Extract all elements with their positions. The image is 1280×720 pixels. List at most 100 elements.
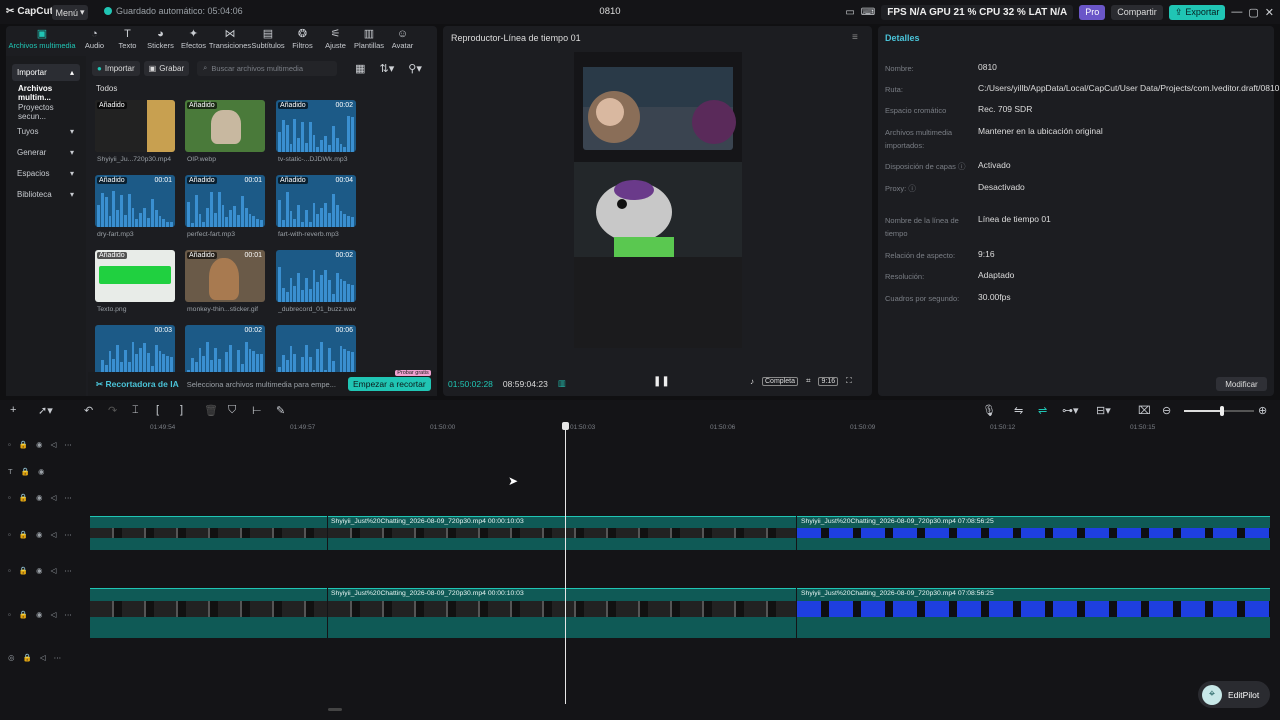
more-icon[interactable]: ⋯ [64, 440, 72, 449]
sidebar-item-yours[interactable]: Tuyos ▾ [12, 123, 80, 140]
more-icon[interactable]: ⋯ [64, 530, 72, 539]
zoom-out-icon[interactable]: ⊖ [1162, 404, 1171, 417]
media-thumbnail[interactable]: Añadido [185, 100, 265, 152]
tab-media[interactable]: ▣ Archivos multimedia [6, 26, 78, 52]
magnet-icon[interactable]: ⇌ [1038, 404, 1047, 417]
undo-icon[interactable]: ↶ [84, 404, 93, 417]
redo-icon[interactable]: ↷ [108, 404, 117, 417]
info-icon[interactable]: ⓘ [908, 184, 916, 193]
media-thumbnail[interactable]: 00:02 [276, 250, 356, 302]
waveform-icon[interactable]: ▥ [558, 378, 566, 389]
lock-icon[interactable]: 🔒 [19, 493, 28, 502]
ratio-selector[interactable]: 9:16 [818, 376, 839, 386]
video-preview[interactable] [574, 52, 742, 348]
video-clip[interactable]: Shyiyii_Just%20Chatting_2026-08-09_720p3… [328, 516, 796, 550]
media-thumbnail[interactable]: Añadido 00:01 [95, 175, 175, 227]
filter-icon[interactable]: ⚲▾ [408, 62, 422, 75]
quality-selector[interactable]: Completa [762, 376, 798, 386]
pause-icon[interactable]: ❚❚ [653, 376, 670, 387]
trim-left-icon[interactable]: [ [156, 404, 159, 416]
shortcut-icon[interactable]: ⌨ [861, 7, 875, 18]
lock-icon[interactable]: 🔒 [23, 653, 32, 662]
scroll-handle[interactable] [328, 708, 342, 711]
timeline-ruler[interactable]: 01:49:54 01:49:57 01:50:00 01:50:03 01:5… [90, 424, 1280, 436]
media-thumbnail[interactable]: Añadido [95, 250, 175, 302]
more-icon[interactable]: ⋯ [64, 566, 72, 575]
media-search-input[interactable]: ⌕ Buscar archivos multimedia [197, 60, 338, 76]
chain-icon[interactable]: ⊶▾ [1062, 404, 1079, 417]
more-icon[interactable]: ⋯ [64, 493, 72, 502]
shield-icon[interactable]: ⛉ [228, 404, 236, 417]
record-button[interactable]: ▣ Grabar [143, 60, 190, 76]
media-thumbnail[interactable]: Añadido 00:02 [276, 100, 356, 152]
media-thumbnail[interactable]: 00:03 [95, 325, 175, 377]
lock-icon[interactable]: 🔒 [19, 530, 28, 539]
share-button[interactable]: Compartir [1111, 4, 1163, 20]
speaker-icon[interactable]: ◁ [51, 566, 57, 575]
freeze-icon[interactable]: ⊢ [252, 404, 262, 417]
fullscreen-icon[interactable]: ⛶ [846, 376, 852, 386]
lock-icon[interactable]: 🔒 [19, 610, 28, 619]
zoom-slider[interactable] [1184, 406, 1254, 416]
import-button[interactable]: ● Importar [92, 60, 140, 76]
media-thumbnail[interactable]: 00:02 [185, 325, 265, 377]
tab-avatar[interactable]: ☺ Avatar [386, 26, 419, 52]
tab-adjust[interactable]: ⚟ Ajuste [319, 26, 352, 52]
player-menu-icon[interactable]: ≡ [852, 32, 858, 43]
minimize-icon[interactable]: — [1231, 6, 1242, 18]
layout-icon[interactable]: ▭ [845, 7, 854, 18]
delete-icon[interactable]: 🗑 [204, 404, 218, 417]
eye-icon[interactable]: ◉ [36, 440, 43, 449]
caption-icon[interactable]: ⌧ [1138, 404, 1151, 417]
sidebar-item-import[interactable]: Importar ▴ [12, 64, 80, 81]
link-icon[interactable]: ⇋ [1014, 404, 1023, 417]
close-icon[interactable]: ✕ [1265, 6, 1274, 19]
sidebar-item-secondary-projects[interactable]: Proyectos secun... [16, 103, 80, 121]
video-clip[interactable]: Shyiyii_Just%20Chatting_2026-08-09_720p3… [797, 516, 1270, 550]
lock-icon[interactable]: 🔒 [19, 566, 28, 575]
media-thumbnail[interactable]: Añadido 00:01 [185, 250, 265, 302]
video-clip[interactable] [90, 516, 327, 550]
speaker-icon[interactable]: ◁ [51, 530, 57, 539]
playhead[interactable] [565, 424, 566, 704]
sidebar-item-media[interactable]: Archivos multim... [16, 84, 80, 102]
eye-icon[interactable]: ◉ [36, 610, 43, 619]
media-thumbnail[interactable]: Añadido [95, 100, 175, 152]
zoom-slider-handle[interactable] [1220, 406, 1224, 416]
tab-audio[interactable]: ◔ Audio [78, 26, 111, 52]
sidebar-item-library[interactable]: Biblioteca ▾ [12, 186, 80, 203]
zoom-in-icon[interactable]: ⊕ [1258, 404, 1267, 417]
trim-right-icon[interactable]: ] [180, 404, 183, 416]
more-icon[interactable]: ⋯ [64, 610, 72, 619]
split-icon[interactable]: ⌶ [132, 404, 139, 417]
pro-button[interactable]: Pro [1079, 4, 1106, 20]
eye-icon[interactable]: ◉ [36, 566, 43, 575]
main-video-clip[interactable] [90, 588, 327, 638]
tab-effects[interactable]: ✦ Efectos [177, 26, 210, 52]
tiktok-icon[interactable]: ♪ [750, 377, 754, 386]
maximize-icon[interactable]: ▢ [1248, 6, 1258, 19]
preview-axis-icon[interactable]: ⊟▾ [1096, 404, 1111, 417]
tab-filters[interactable]: ❂ Filtros [286, 26, 319, 52]
editpilot-button[interactable]: ⌖ EditPilot [1198, 681, 1270, 708]
sort-icon[interactable]: ⇅▾ [380, 62, 395, 75]
crop-icon[interactable]: ⌗ [806, 376, 811, 386]
export-button[interactable]: ⇪ Exportar [1168, 4, 1226, 20]
auto-edit-icon[interactable]: ✎ [276, 404, 285, 417]
start-cutting-button[interactable]: Probar gratis Empezar a recortar [347, 370, 431, 391]
tab-subtitles[interactable]: ▤ Subtítulos [250, 26, 286, 52]
modify-button[interactable]: Modificar [1216, 377, 1267, 391]
speaker-icon[interactable]: ◁ [40, 653, 46, 662]
main-video-clip[interactable]: Shyiyii_Just%20Chatting_2026-08-09_720p3… [797, 588, 1270, 638]
tab-templates[interactable]: ▥ Plantillas [352, 26, 386, 52]
main-video-clip[interactable]: Shyiyii_Just%20Chatting_2026-08-09_720p3… [328, 588, 796, 638]
select-tool-icon[interactable]: ➚▾ [38, 404, 53, 417]
media-thumbnail[interactable]: Añadido 00:01 [185, 175, 265, 227]
tab-stickers[interactable]: ◕ Stickers [144, 26, 177, 52]
tab-transitions[interactable]: ⋈ Transiciones [209, 26, 251, 52]
playhead-handle[interactable] [562, 422, 569, 430]
add-track-icon[interactable]: + [10, 404, 16, 416]
eye-icon[interactable]: ◉ [36, 493, 43, 502]
media-thumbnail[interactable]: 00:06 [276, 325, 356, 377]
menu-button[interactable]: Menú ▾ [52, 5, 88, 20]
